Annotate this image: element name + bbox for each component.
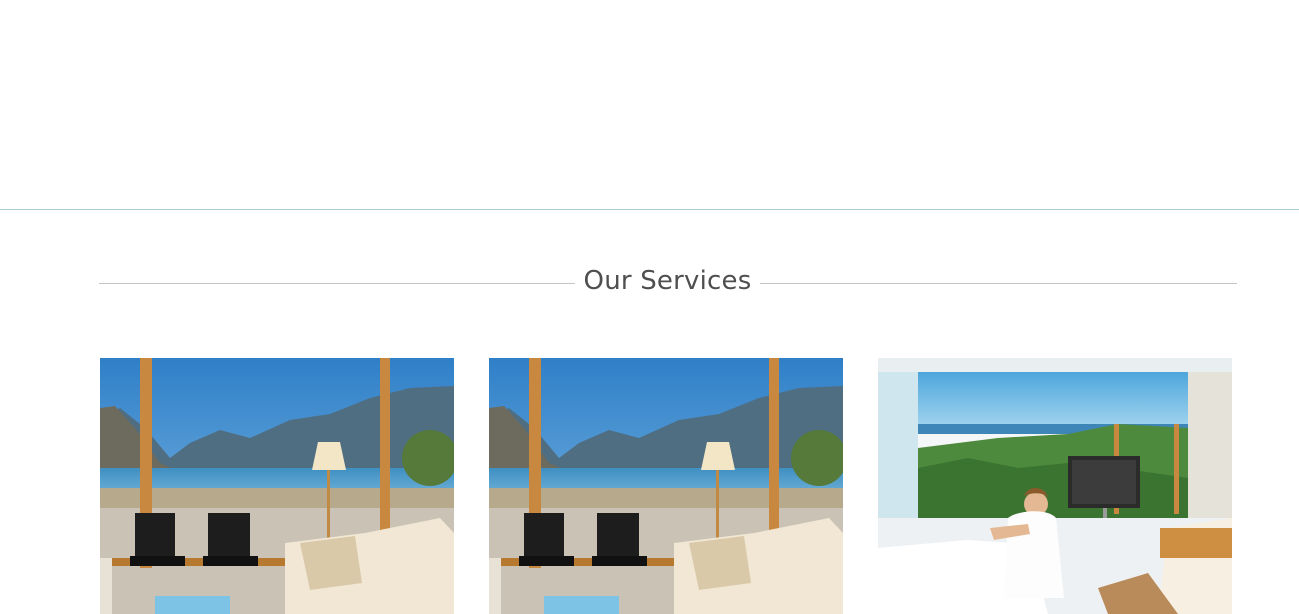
section-divider [0, 209, 1299, 210]
living-room-lake-view-image [100, 358, 454, 614]
heading-rule-right [760, 283, 1237, 284]
service-card-3[interactable] [878, 358, 1232, 614]
service-card-1[interactable] [100, 358, 454, 614]
heading-rule-left [99, 283, 575, 284]
living-room-lake-view-image [489, 358, 843, 614]
header-area [0, 0, 1299, 209]
woman-on-sofa-sea-view-image [878, 358, 1232, 614]
services-heading: Our Services [99, 262, 1237, 306]
section-title: Our Services [583, 266, 752, 296]
service-card-2[interactable] [489, 358, 843, 614]
